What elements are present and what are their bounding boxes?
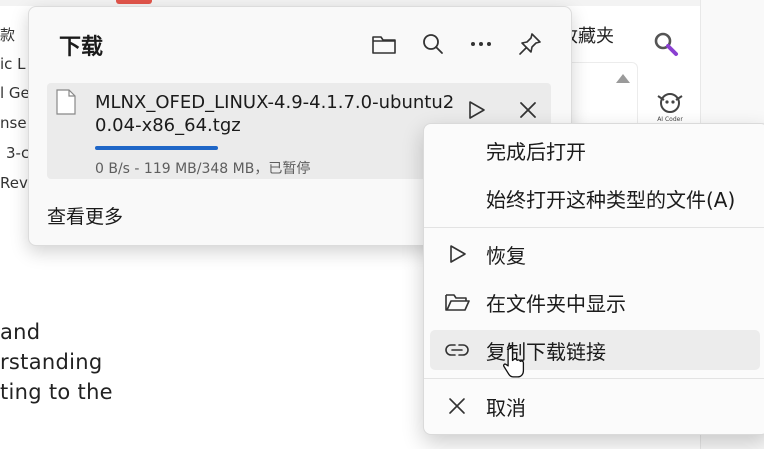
menu-item-always-open-type[interactable]: 始终打开这种类型的文件(A) [430, 178, 760, 218]
menu-item-open-when-done[interactable]: 完成后打开 [430, 130, 760, 170]
menu-item-show-in-folder[interactable]: 在文件夹中显示 [430, 282, 760, 322]
scroll-up-icon[interactable] [616, 74, 630, 83]
menu-separator [424, 378, 764, 379]
tab-indicator [116, 0, 152, 4]
pin-icon[interactable] [515, 29, 545, 59]
menu-item-label: 完成后打开 [486, 139, 586, 164]
downloads-title: 下载 [59, 35, 104, 60]
download-progress-bar [95, 146, 455, 150]
file-icon [55, 89, 77, 115]
menu-item-label: 在文件夹中显示 [486, 291, 626, 316]
menu-item-cancel[interactable]: 取消 [430, 386, 760, 426]
see-more-link[interactable]: 查看更多 [47, 202, 123, 229]
cancel-icon[interactable] [511, 93, 545, 127]
menu-item-resume[interactable]: 恢复 [430, 234, 760, 274]
page-paragraph-line: and [0, 320, 41, 344]
download-progress-fill [95, 146, 219, 150]
search-icon[interactable] [652, 30, 680, 58]
resume-icon[interactable] [459, 93, 493, 127]
more-icon[interactable] [466, 29, 496, 59]
page-paragraph-line: ting to the [0, 380, 113, 404]
menu-item-copy-link[interactable]: 复制下载链接 [430, 330, 760, 370]
search-icon[interactable] [418, 29, 448, 59]
close-icon [444, 393, 470, 419]
folder-open-icon [444, 289, 470, 315]
menu-item-label: 取消 [486, 395, 526, 420]
page-paragraph-line: rstanding [0, 350, 103, 374]
download-filename: MLNX_OFED_LINUX-4.9-4.1.7.0-ubuntu20.04-… [95, 92, 455, 136]
play-icon [444, 241, 470, 267]
menu-separator [424, 227, 764, 228]
menu-item-label: 恢复 [486, 243, 526, 268]
download-status: 0 B/s - 119 MB/348 MB，已暂停 [95, 161, 311, 177]
menu-item-label: 始终打开这种类型的文件(A) [486, 187, 736, 212]
mouse-cursor-icon [503, 345, 527, 381]
download-context-menu: 完成后打开 始终打开这种类型的文件(A) 恢复 在文件夹中显示 复制下载链接 取… [423, 123, 764, 435]
link-icon [444, 337, 470, 363]
folder-icon[interactable] [369, 29, 399, 59]
logo-text: AI Coder [657, 116, 683, 123]
ai-coder-logo[interactable]: AI Coder [650, 90, 690, 124]
